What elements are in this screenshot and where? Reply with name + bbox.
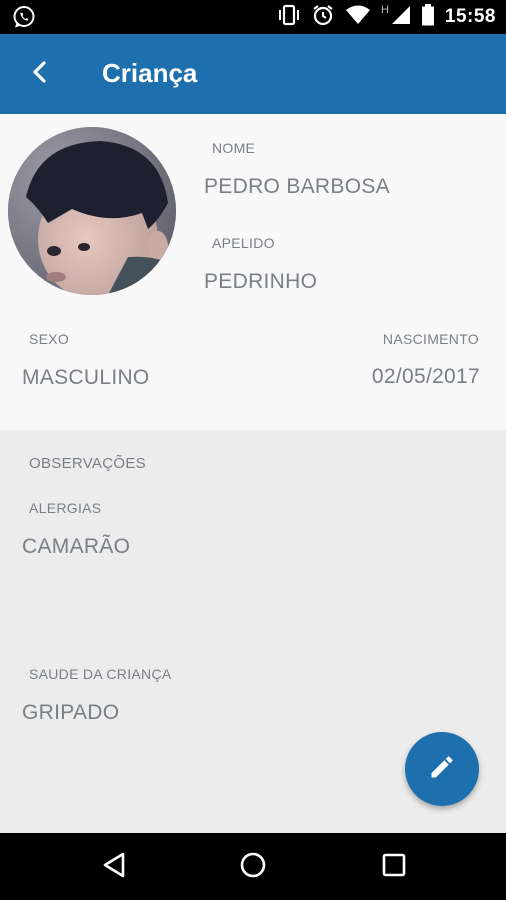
name-label: NOME (212, 140, 256, 156)
nav-back-icon (101, 851, 127, 884)
status-time: 15:58 (444, 6, 496, 27)
content-area[interactable]: NOME PEDRO BARBOSA APELIDO PEDRINHO SEXO… (0, 114, 506, 833)
cell-signal-icon (391, 5, 411, 30)
pencil-edit-icon (428, 753, 456, 786)
health-label: SAUDE DA CRIANÇA (29, 666, 172, 682)
edit-fab-button[interactable] (405, 732, 479, 806)
nav-back-button[interactable] (94, 847, 134, 887)
nickname-label: APELIDO (212, 235, 275, 251)
sex-label: SEXO (29, 331, 70, 347)
nav-recents-icon (382, 853, 406, 882)
allergies-label: ALERGIAS (29, 500, 102, 516)
system-nav-bar (0, 833, 506, 900)
child-avatar[interactable] (8, 127, 176, 295)
whatsapp-icon (12, 5, 36, 29)
allergies-value: CAMARÃO (22, 535, 131, 558)
wifi-icon (345, 5, 371, 30)
battery-icon (421, 3, 435, 31)
app-bar: Criança (0, 34, 506, 114)
back-button[interactable] (22, 56, 58, 92)
nav-home-button[interactable] (233, 847, 273, 887)
nickname-value: PEDRINHO (204, 270, 318, 293)
alarm-icon (311, 3, 335, 32)
health-value: GRIPADO (22, 701, 120, 724)
name-value: PEDRO BARBOSA (204, 175, 390, 198)
status-bar: H 15:58 (0, 0, 506, 34)
sex-value: MASCULINO (22, 366, 150, 389)
network-type-label: H (380, 4, 389, 16)
child-profile-card: NOME PEDRO BARBOSA APELIDO PEDRINHO SEXO… (0, 114, 506, 430)
birth-label: NASCIMENTO (382, 331, 479, 347)
birth-value: 02/05/2017 (371, 365, 480, 388)
observations-heading: OBSERVAÇÕES (29, 455, 146, 472)
vibrate-icon (277, 4, 301, 31)
nav-recents-button[interactable] (374, 847, 414, 887)
child-photo-icon (8, 127, 176, 295)
back-arrow-icon (30, 60, 50, 89)
page-title: Criança (102, 58, 198, 88)
nav-home-icon (239, 851, 267, 884)
